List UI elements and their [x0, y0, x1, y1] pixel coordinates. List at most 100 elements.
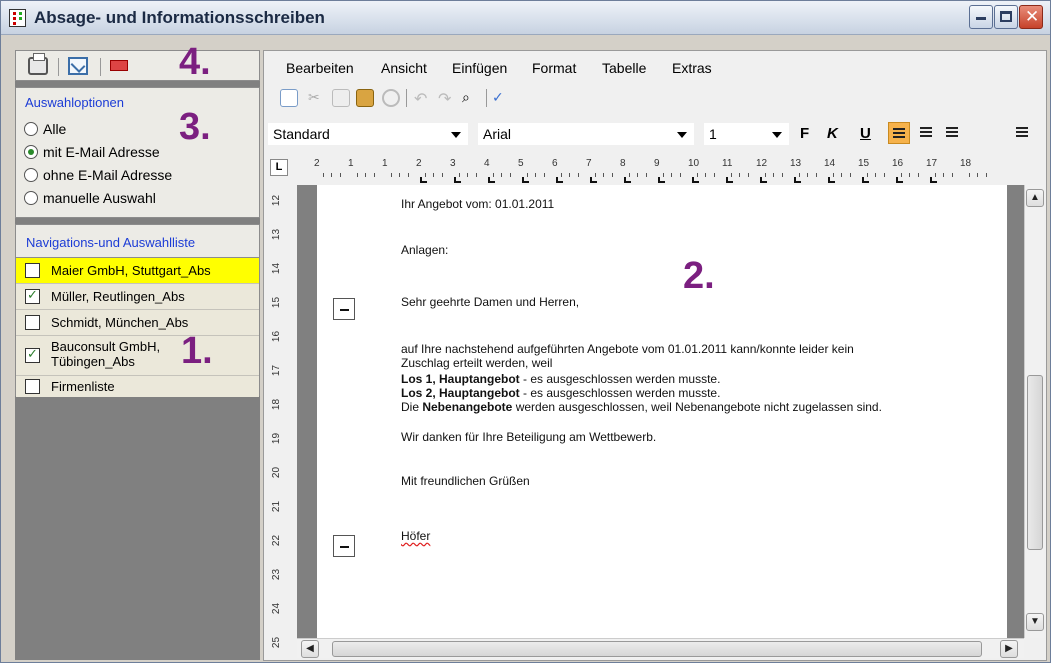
tab-stop-marker[interactable]: [760, 177, 767, 183]
annotation-2: 2.: [683, 255, 715, 297]
checkbox[interactable]: [25, 346, 40, 363]
scroll-up-button[interactable]: ▲: [1026, 189, 1044, 207]
align-center-button[interactable]: [916, 122, 938, 144]
menu-bearbeiten[interactable]: Bearbeiten: [286, 60, 354, 76]
radio-label: Alle: [43, 121, 67, 137]
menu-tabelle[interactable]: Tabelle: [602, 60, 646, 76]
list-item-label: Maier GmbH, Stuttgart_Abs: [51, 263, 211, 278]
list-item[interactable]: Müller, Reutlingen_Abs: [16, 284, 259, 310]
toolbar-separator: [58, 58, 59, 76]
doc-signature: Höfer: [401, 529, 431, 543]
ruler-number: 19: [271, 432, 283, 445]
find-icon[interactable]: ⌕: [462, 89, 480, 107]
list-item[interactable]: Schmidt, München_Abs: [16, 310, 259, 336]
ruler-number: 7: [586, 158, 592, 169]
menu-ansicht[interactable]: Ansicht: [381, 60, 427, 76]
tab-stop-marker[interactable]: [556, 177, 563, 183]
new-document-icon[interactable]: [280, 89, 298, 107]
ruler-tick: [781, 173, 783, 177]
ruler-number: 17: [926, 158, 938, 169]
doc-attachments: Anlagen:: [401, 243, 449, 257]
checkbox[interactable]: [25, 315, 40, 330]
tab-stop-marker[interactable]: [420, 177, 427, 183]
font-select[interactable]: Arial: [478, 123, 694, 145]
ruler-number: 12: [756, 158, 768, 169]
redo-icon[interactable]: ↷: [438, 89, 456, 108]
maximize-button[interactable]: [994, 5, 1018, 29]
checkbox[interactable]: [25, 263, 40, 278]
menu-format[interactable]: Format: [532, 60, 576, 76]
scroll-down-button[interactable]: ▼: [1026, 613, 1044, 631]
list-item-label: Schmidt, München_Abs: [51, 315, 189, 330]
checkbox[interactable]: [25, 287, 40, 304]
align-left-button[interactable]: [888, 122, 910, 144]
tab-stop-marker[interactable]: [726, 177, 733, 183]
document-page[interactable]: Ihr Angebot vom: 01.01.2011 Anlagen: Seh…: [317, 185, 1007, 638]
ruler-tick: [739, 173, 740, 177]
close-button[interactable]: ✕: [1019, 5, 1043, 29]
align-right-button[interactable]: [942, 122, 964, 144]
scroll-thumb[interactable]: [332, 641, 982, 657]
style-select[interactable]: Standard: [268, 123, 468, 145]
justify-button[interactable]: [1012, 122, 1034, 144]
tab-stop-marker[interactable]: [794, 177, 801, 183]
ruler-tick: [433, 173, 434, 177]
list-item[interactable]: Maier GmbH, Stuttgart_Abs: [16, 258, 259, 284]
horizontal-ruler[interactable]: 2 1 1 2 3 4 5 6 7 8 9 10 11 12 13 14 15 16 17 18: [308, 155, 1008, 183]
list-item[interactable]: Bauconsult GmbH,Tübingen_Abs: [16, 336, 259, 376]
ruler-tick: [390, 173, 392, 177]
scroll-left-button[interactable]: ◀: [301, 640, 319, 658]
ruler-tick: [883, 173, 885, 177]
collapse-section-button[interactable]: [333, 298, 355, 320]
underline-button[interactable]: U: [860, 125, 871, 142]
tab-stop-marker[interactable]: [692, 177, 699, 183]
tab-stop-marker[interactable]: [624, 177, 631, 183]
minimize-icon: [976, 17, 986, 20]
email-send-icon[interactable]: [68, 57, 88, 75]
collapse-section-button[interactable]: [333, 535, 355, 557]
ruler-number: 12: [271, 194, 283, 207]
delete-icon[interactable]: [382, 89, 400, 107]
undo-icon[interactable]: ↶: [414, 89, 432, 108]
ruler-number: 24: [271, 602, 283, 615]
ruler-number: 13: [790, 158, 802, 169]
scroll-thumb[interactable]: [1027, 375, 1043, 550]
horizontal-scrollbar[interactable]: ◀ ▶: [297, 638, 1024, 658]
vertical-scrollbar[interactable]: ▲ ▼: [1024, 185, 1044, 638]
ruler-number: 10: [688, 158, 700, 169]
tab-stop-marker[interactable]: [522, 177, 529, 183]
ruler-tick: [569, 173, 570, 177]
tab-stop-marker[interactable]: [590, 177, 597, 183]
spellcheck-icon[interactable]: ✓: [492, 89, 510, 107]
list-item[interactable]: Firmenliste: [16, 376, 259, 397]
scroll-right-button[interactable]: ▶: [1000, 640, 1018, 658]
radio-icon: [24, 122, 38, 136]
checkbox[interactable]: [25, 379, 40, 394]
annotation-1: 1.: [181, 330, 213, 372]
tab-stop-marker[interactable]: [488, 177, 495, 183]
tab-stop-marker[interactable]: [454, 177, 461, 183]
menu-extras[interactable]: Extras: [672, 60, 712, 76]
ruler-tick: [747, 173, 749, 177]
cut-icon[interactable]: ✂: [308, 89, 326, 107]
tab-stop-marker[interactable]: [828, 177, 835, 183]
tab-stop-marker[interactable]: [862, 177, 869, 183]
pdf-icon[interactable]: [110, 60, 128, 71]
printer-icon[interactable]: [28, 53, 48, 75]
paste-icon[interactable]: [356, 89, 374, 107]
tab-type-selector[interactable]: L: [270, 159, 288, 176]
ruler-number: 23: [271, 568, 283, 581]
minimize-button[interactable]: [969, 5, 993, 29]
size-select[interactable]: 1: [704, 123, 789, 145]
tab-stop-marker[interactable]: [658, 177, 665, 183]
toolbar-separator: [406, 89, 407, 107]
tab-stop-marker[interactable]: [896, 177, 903, 183]
bold-button[interactable]: F: [800, 125, 809, 142]
tab-stop-marker[interactable]: [930, 177, 937, 183]
chevron-down-icon: [677, 132, 687, 138]
menu-einfuegen[interactable]: Einfügen: [452, 60, 507, 76]
italic-button[interactable]: K: [827, 125, 838, 142]
ruler-tick: [577, 173, 579, 177]
copy-icon[interactable]: [332, 89, 350, 107]
ruler-number: 15: [271, 296, 283, 309]
